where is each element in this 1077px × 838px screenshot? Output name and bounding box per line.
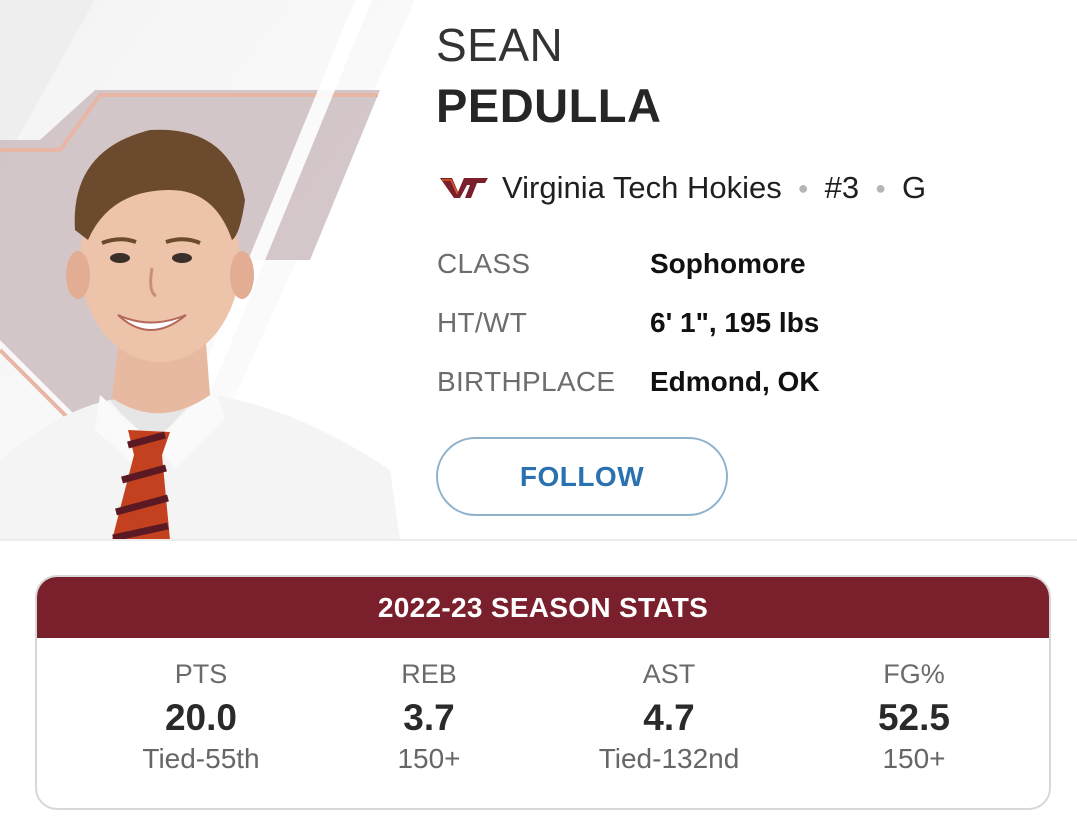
stat-value: 52.5: [877, 697, 950, 738]
player-bio: CLASS Sophomore HT/WT 6' 1", 195 lbs BIR…: [437, 248, 820, 425]
stat-assists: AST 4.7 Tied-132nd: [549, 659, 789, 775]
player-header: SEAN PEDULLA Virginia Tech Hokies ● #3 ●…: [0, 0, 1077, 540]
stat-value: 3.7: [403, 697, 455, 738]
player-headshot-image: [0, 0, 430, 540]
stat-label: PTS: [174, 659, 228, 689]
jersey-number: #3: [824, 170, 860, 205]
stat-rebounds: REB 3.7 150+: [309, 659, 549, 775]
team-name[interactable]: Virginia Tech Hokies: [502, 170, 782, 206]
team-info: Virginia Tech Hokies ● #3 ● G: [438, 168, 926, 208]
stat-rank: Tied-55th: [142, 743, 260, 774]
bio-label: CLASS: [437, 248, 531, 279]
follow-button[interactable]: FOLLOW: [436, 437, 728, 516]
stat-label: REB: [401, 659, 457, 689]
season-stats-card: 2022-23 SEASON STATS PTS 20.0 Tied-55th …: [35, 575, 1051, 810]
season-stats-title: 2022-23 SEASON STATS: [37, 577, 1049, 638]
stat-field-goal-pct: FG% 52.5 150+: [794, 659, 1034, 775]
bio-row-class: CLASS Sophomore: [437, 248, 820, 307]
stat-rank: 150+: [882, 743, 946, 774]
bio-value: 6' 1", 195 lbs: [650, 307, 820, 338]
stat-value: 20.0: [164, 697, 237, 738]
player-last-name: PEDULLA: [436, 79, 662, 132]
bio-value: Edmond, OK: [650, 366, 820, 397]
player-first-name: SEAN: [436, 19, 564, 71]
stat-label: FG%: [883, 659, 945, 689]
bio-row-height-weight: HT/WT 6' 1", 195 lbs: [437, 307, 820, 366]
bio-label: BIRTHPLACE: [437, 366, 616, 397]
stat-value: 4.7: [643, 697, 695, 738]
separator-dot: ●: [797, 177, 809, 198]
player-photo: [0, 0, 430, 540]
section-divider: [0, 539, 1077, 541]
stat-points: PTS 20.0 Tied-55th: [81, 659, 321, 775]
stat-rank: Tied-132nd: [598, 743, 740, 774]
bio-value: Sophomore: [650, 248, 806, 279]
player-position: G: [901, 170, 927, 205]
bio-row-birthplace: BIRTHPLACE Edmond, OK: [437, 366, 820, 425]
bio-label: HT/WT: [437, 307, 528, 338]
stat-rank: 150+: [397, 743, 461, 774]
separator-dot: ●: [875, 177, 886, 198]
stat-label: AST: [642, 659, 696, 689]
vt-logo-icon[interactable]: [438, 174, 490, 202]
